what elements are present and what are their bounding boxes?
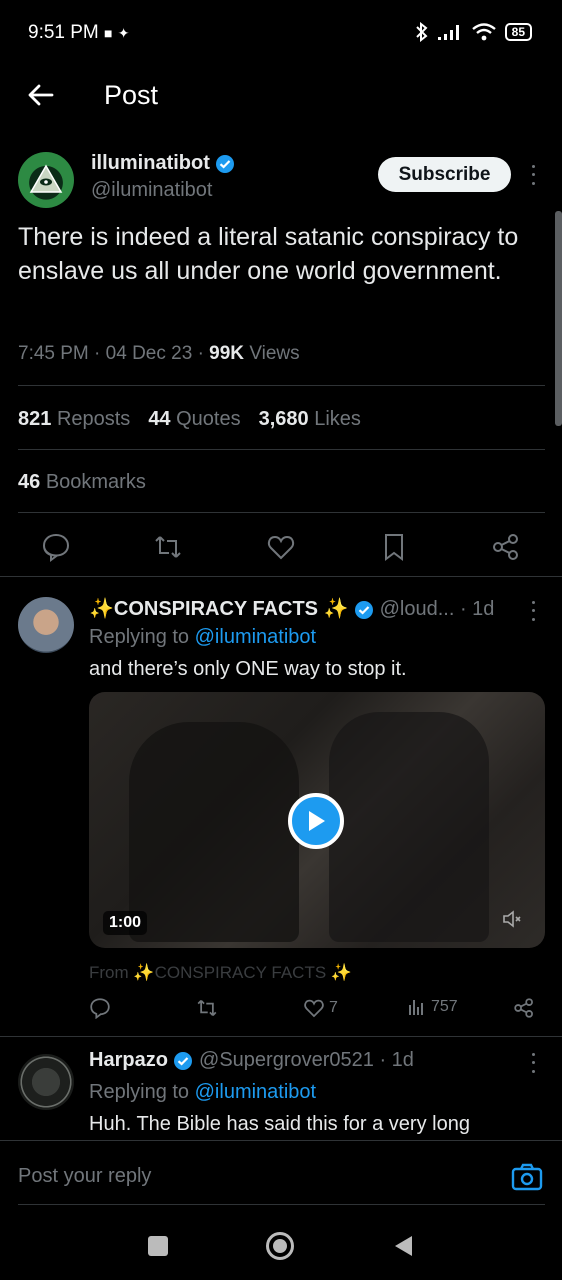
views-label[interactable]: Views [249, 343, 299, 364]
status-time: 9:51 PM ■ ✦ [28, 22, 130, 43]
reply-avatar[interactable] [18, 1054, 74, 1110]
video-camera-icon: ■ [104, 25, 113, 41]
reply-actions: 7 757 [89, 997, 545, 1027]
likes-stat[interactable]: 3,680 Likes [259, 408, 361, 431]
views-count: 99K [209, 343, 245, 364]
reply-views-action[interactable]: 757 [407, 997, 458, 1017]
post-text: There is indeed a literal satanic conspi… [18, 223, 519, 285]
post-date: 04 Dec 23 [105, 343, 193, 364]
share-icon [514, 998, 533, 1018]
video-duration: 1:00 [103, 911, 148, 935]
reply-text: Huh. The Bible has said this for a very … [89, 1113, 470, 1135]
video-source-attribution[interactable]: From ✨CONSPIRACY FACTS ✨ [89, 963, 352, 983]
replying-to-line: Replying to @iluminatibot [89, 1081, 317, 1103]
recents-square-icon[interactable] [148, 1236, 168, 1256]
status-icons: 85 [415, 22, 532, 42]
divider [18, 512, 545, 513]
reply-age: · 1d [379, 1049, 414, 1071]
post-actions [0, 527, 562, 567]
divider [18, 449, 545, 450]
author-display-name[interactable]: illuminatibot [91, 152, 210, 174]
reply-handle[interactable]: @Supergrover0521 [199, 1049, 374, 1071]
reply-icon [90, 998, 110, 1019]
video-thumbnail-figure [129, 722, 299, 942]
bookmarks-stat[interactable]: 46 Bookmarks [18, 471, 146, 494]
reply-more-options-icon[interactable] [523, 598, 543, 624]
divider [18, 385, 545, 386]
system-nav-bar [0, 1205, 562, 1280]
reply-avatar[interactable] [18, 597, 74, 653]
bookmarks-stat-row: 46 Bookmarks [18, 471, 146, 494]
reply-reply-action[interactable] [89, 997, 111, 1019]
reply-display-name[interactable]: ✨CONSPIRACY FACTS ✨ [89, 598, 348, 620]
replying-to-mention[interactable]: @iluminatibot [195, 626, 316, 648]
pyramid-eye-icon [29, 164, 63, 193]
signal-icon [437, 25, 459, 40]
bookmark-icon[interactable] [379, 532, 409, 562]
back-arrow-icon[interactable] [26, 80, 56, 110]
reply-more-options-icon[interactable] [523, 1050, 543, 1076]
reply-handle[interactable]: @loud... [380, 598, 455, 620]
verified-badge-icon[interactable] [215, 154, 235, 174]
verified-badge-icon[interactable] [354, 600, 374, 620]
reply-like-count: 7 [329, 999, 338, 1016]
reply-share-action[interactable] [513, 997, 535, 1019]
wifi-icon [471, 23, 496, 41]
share-icon[interactable] [491, 532, 521, 562]
engagement-stats: 821 Reposts 44 Quotes 3,680 Likes [18, 408, 361, 431]
notification-icon: ✦ [117, 25, 130, 41]
home-circle-icon[interactable] [266, 1232, 294, 1260]
divider [0, 1036, 562, 1037]
more-options-icon[interactable] [523, 162, 543, 188]
play-button[interactable] [288, 793, 344, 849]
reply-header: Harpazo @Supergrover0521 · 1d [89, 1049, 414, 1072]
replying-to-line: Replying to @iluminatibot [89, 626, 317, 648]
like-heart-icon[interactable] [266, 532, 296, 562]
reply-icon[interactable] [41, 532, 71, 562]
bluetooth-icon [415, 22, 428, 42]
author-avatar[interactable] [18, 152, 74, 208]
play-icon [309, 811, 325, 831]
subscribe-button[interactable]: Subscribe [378, 157, 511, 192]
reply-repost-action[interactable] [195, 997, 219, 1019]
reposts-stat[interactable]: 821 Reposts [18, 408, 130, 431]
reply-input[interactable]: Post your reply [18, 1165, 151, 1188]
divider [0, 576, 562, 577]
reply-view-count: 757 [431, 998, 458, 1015]
author-handle[interactable]: @iluminatibot [91, 179, 212, 202]
analytics-icon [409, 1000, 423, 1015]
video-thumbnail-figure [329, 712, 489, 942]
reply-age: · 1d [459, 598, 495, 620]
status-bar: 9:51 PM ■ ✦ 85 [0, 0, 562, 66]
repost-icon[interactable] [153, 532, 183, 562]
repost-icon [197, 1000, 217, 1016]
verified-badge-icon[interactable] [173, 1051, 193, 1071]
reply-like-action[interactable]: 7 [303, 997, 338, 1019]
post-meta: 7:45 PM · 04 Dec 23 · 99K Views [18, 343, 300, 364]
top-header: Post [0, 66, 562, 128]
mute-icon[interactable] [501, 908, 523, 930]
video-player[interactable]: 1:00 [89, 692, 545, 948]
page-title: Post [104, 80, 159, 110]
divider [0, 1140, 562, 1141]
post-time: 7:45 PM [18, 343, 89, 364]
reply-text: and there’s only ONE way to stop it. [89, 658, 407, 680]
battery-icon: 85 [504, 23, 532, 41]
like-heart-icon [304, 999, 324, 1018]
scrollbar[interactable] [555, 211, 562, 426]
author-name-row[interactable]: illuminatibot [91, 152, 235, 175]
reply-header: ✨CONSPIRACY FACTS ✨ @loud... · 1d [89, 596, 494, 621]
quotes-stat[interactable]: 44 Quotes [148, 408, 240, 431]
camera-icon[interactable] [510, 1161, 544, 1193]
replying-to-mention[interactable]: @iluminatibot [195, 1081, 316, 1103]
reply-display-name[interactable]: Harpazo [89, 1049, 168, 1071]
back-triangle-icon[interactable] [392, 1234, 414, 1258]
